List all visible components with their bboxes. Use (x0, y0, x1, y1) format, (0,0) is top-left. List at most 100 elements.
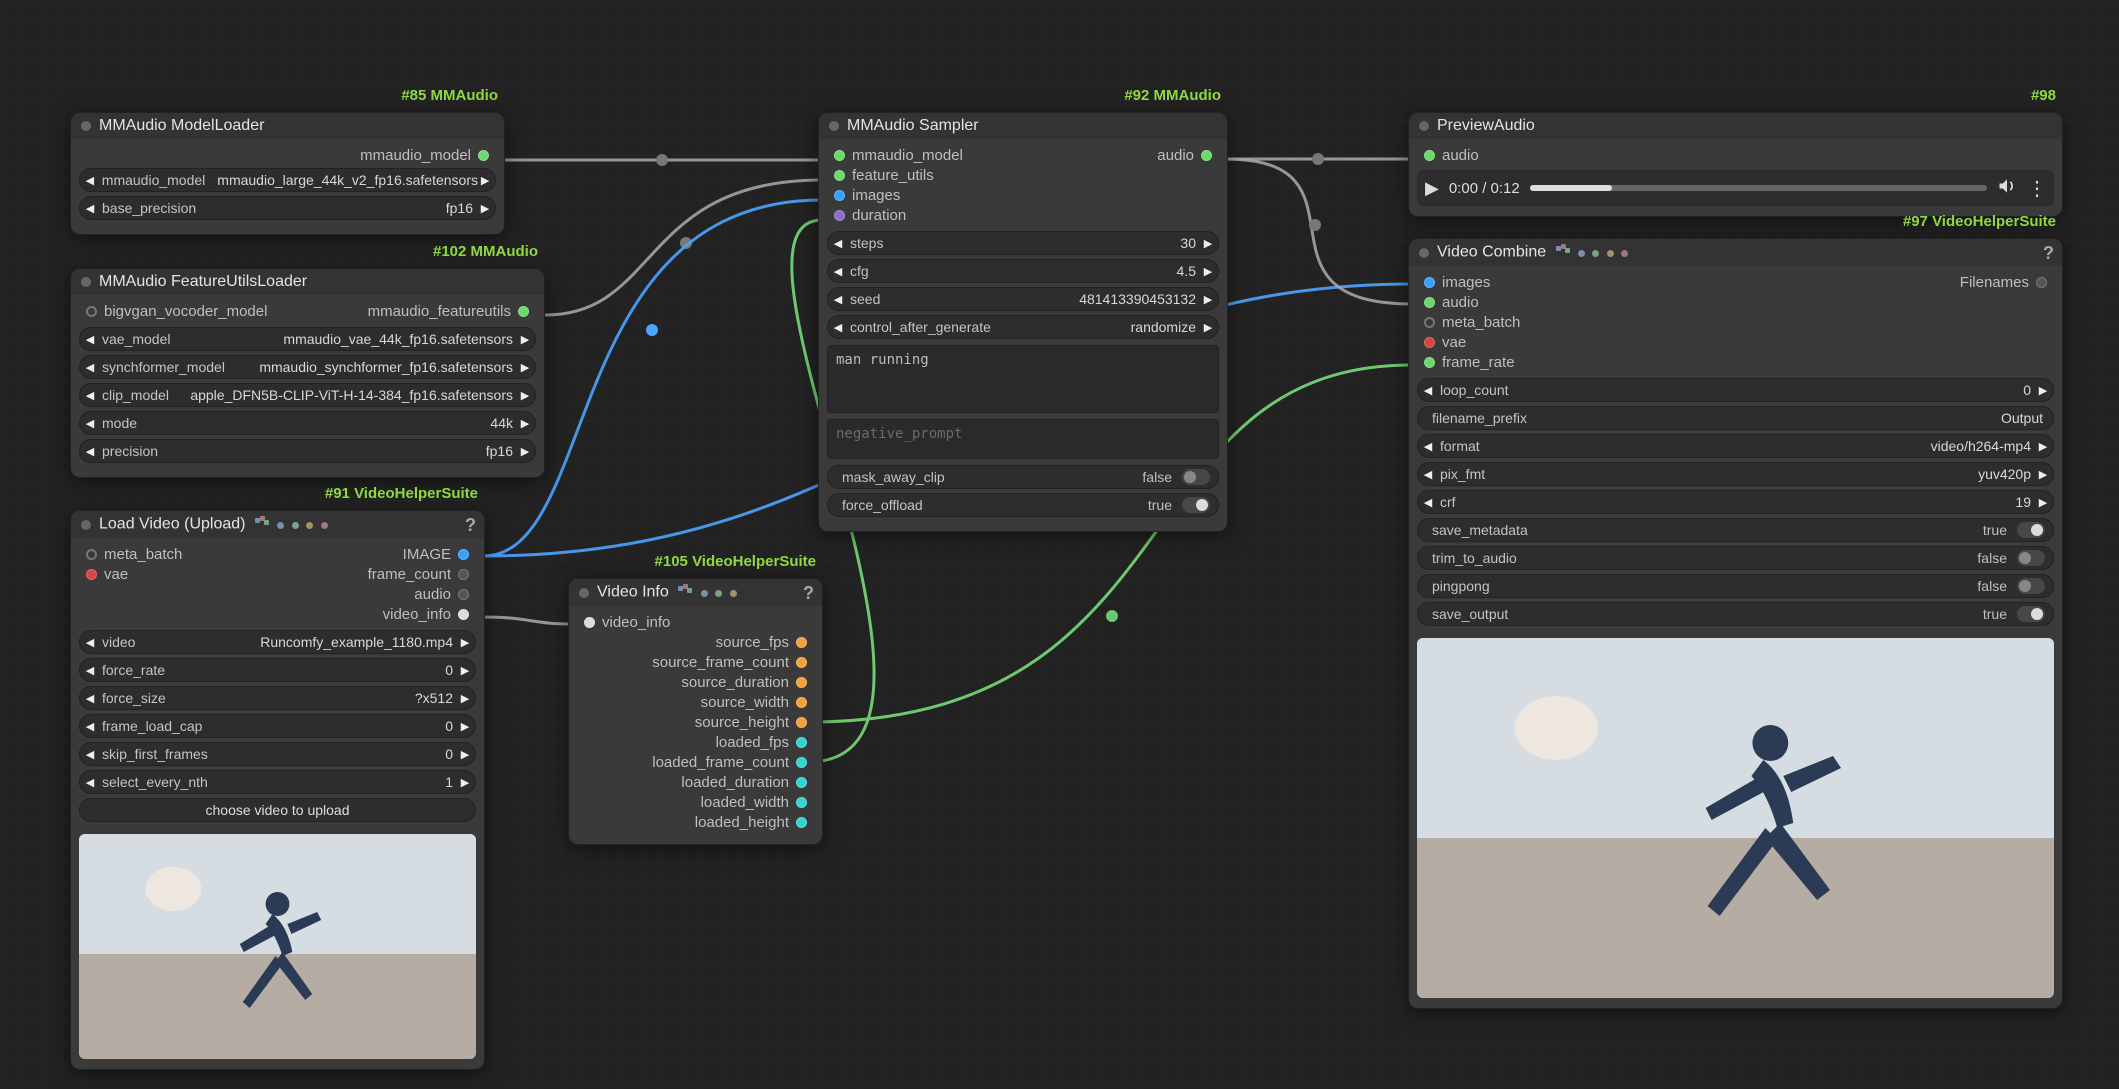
toggle-pingpong[interactable]: pingpong false (1417, 574, 2054, 598)
arrow-right-icon[interactable]: ▶ (479, 174, 491, 187)
node-load-video[interactable]: #91 VideoHelperSuite Load Video (Upload)… (70, 510, 485, 1070)
audio-player[interactable]: ▶ 0:00 / 0:12 ⋮ (1417, 170, 2054, 206)
widget-pix-fmt[interactable]: ◀pix_fmt yuv420p▶ (1417, 462, 2054, 486)
toggle-pill-icon[interactable] (2017, 606, 2045, 622)
help-icon[interactable]: ? (2043, 243, 2054, 264)
toggle-pill-icon[interactable] (1182, 497, 1210, 513)
input-slot-meta-batch[interactable]: meta_batch (79, 546, 182, 563)
node-title-bar[interactable]: Video Combine ? (1409, 239, 2062, 266)
input-slot-feature-utils[interactable]: feature_utils (827, 167, 963, 184)
output-slot-loaded-height[interactable]: loaded_height (577, 814, 814, 831)
collapse-dot-icon[interactable] (829, 121, 839, 131)
output-slot-loaded-frame-count[interactable]: loaded_frame_count (577, 754, 814, 771)
arrow-left-icon[interactable]: ◀ (84, 361, 96, 374)
volume-icon[interactable] (1997, 176, 2017, 200)
output-slot-loaded-width[interactable]: loaded_width (577, 794, 814, 811)
input-slot-meta-batch[interactable]: meta_batch (1417, 314, 1520, 331)
arrow-left-icon[interactable]: ◀ (84, 636, 96, 649)
node-mmaudio-featureutilsloader[interactable]: #102 MMAudio MMAudio FeatureUtilsLoader … (70, 268, 545, 478)
widget-crf[interactable]: ◀crf 19▶ (1417, 490, 2054, 514)
toggle-pill-icon[interactable] (1182, 469, 1210, 485)
output-slot-frame-count[interactable]: frame_count (368, 566, 476, 583)
collapse-dot-icon[interactable] (579, 588, 589, 598)
collapse-dot-icon[interactable] (81, 121, 91, 131)
arrow-right-icon[interactable]: ▶ (519, 389, 531, 402)
arrow-right-icon[interactable]: ▶ (459, 636, 471, 649)
widget-force-rate[interactable]: ◀force_rate 0▶ (79, 658, 476, 682)
output-slot-loaded-duration[interactable]: loaded_duration (577, 774, 814, 791)
input-slot-images[interactable]: images (1417, 274, 1520, 291)
input-slot-vae[interactable]: vae (79, 566, 182, 583)
node-title-bar[interactable]: MMAudio FeatureUtilsLoader (71, 269, 544, 295)
node-title-bar[interactable]: Video Info ? (569, 579, 822, 606)
widget-synchformer-model[interactable]: ◀ synchformer_model mmaudio_synchformer_… (79, 355, 536, 379)
widget-seed[interactable]: ◀seed 481413390453132▶ (827, 287, 1219, 311)
toggle-save-output[interactable]: save_output true (1417, 602, 2054, 626)
toggle-save-metadata[interactable]: save_metadata true (1417, 518, 2054, 542)
collapse-dot-icon[interactable] (1419, 248, 1429, 258)
help-icon[interactable]: ? (465, 515, 476, 536)
output-slot-source-duration[interactable]: source_duration (577, 674, 814, 691)
widget-skip-first-frames[interactable]: ◀skip_first_frames 0▶ (79, 742, 476, 766)
prompt-textarea[interactable]: man running (827, 345, 1219, 413)
input-slot-duration[interactable]: duration (827, 207, 963, 224)
arrow-left-icon[interactable]: ◀ (84, 202, 96, 215)
input-slot-mmaudio-model[interactable]: mmaudio_model (827, 147, 963, 164)
arrow-right-icon[interactable]: ▶ (519, 361, 531, 374)
collapse-dot-icon[interactable] (81, 277, 91, 287)
choose-video-button[interactable]: choose video to upload (79, 798, 476, 822)
negative-prompt-textarea[interactable]: negative_prompt (827, 419, 1219, 459)
output-slot-mmaudio-model[interactable]: mmaudio_model (79, 147, 496, 164)
node-title-bar[interactable]: MMAudio Sampler (819, 113, 1227, 139)
toggle-trim-to-audio[interactable]: trim_to_audio false (1417, 546, 2054, 570)
output-slot-source-width[interactable]: source_width (577, 694, 814, 711)
collapse-dot-icon[interactable] (1419, 121, 1429, 131)
widget-filename-prefix[interactable]: filename_prefix Output (1417, 406, 2054, 430)
node-video-info[interactable]: #105 VideoHelperSuite Video Info ? video… (568, 578, 823, 845)
widget-base-precision[interactable]: ◀ base_precision fp16 ▶ (79, 196, 496, 220)
widget-mmaudio-model[interactable]: ◀ mmaudio_model mmaudio_large_44k_v2_fp1… (79, 168, 496, 192)
toggle-pill-icon[interactable] (2017, 522, 2045, 538)
play-icon[interactable]: ▶ (1425, 178, 1439, 199)
menu-dots-icon[interactable]: ⋮ (2027, 176, 2046, 201)
output-slot-audio[interactable]: audio (368, 586, 476, 603)
node-mmaudio-sampler[interactable]: #92 MMAudio MMAudio Sampler mmaudio_mode… (818, 112, 1228, 532)
toggle-force-offload[interactable]: force_offload true (827, 493, 1219, 517)
widget-vae-model[interactable]: ◀ vae_model mmaudio_vae_44k_fp16.safeten… (79, 327, 536, 351)
output-slot-video-info[interactable]: video_info (368, 606, 476, 623)
output-slot-image[interactable]: IMAGE (368, 546, 476, 563)
node-title-bar[interactable]: PreviewAudio (1409, 113, 2062, 139)
widget-mode[interactable]: ◀ mode 44k ▶ (79, 411, 536, 435)
widget-steps[interactable]: ◀steps 30▶ (827, 231, 1219, 255)
arrow-left-icon[interactable]: ◀ (84, 417, 96, 430)
widget-precision[interactable]: ◀ precision fp16 ▶ (79, 439, 536, 463)
help-icon[interactable]: ? (803, 583, 814, 604)
toggle-pill-icon[interactable] (2017, 550, 2045, 566)
node-preview-audio[interactable]: #98 PreviewAudio audio ▶ 0:00 / 0:12 ⋮ (1408, 112, 2063, 217)
input-slot-vae[interactable]: vae (1417, 334, 1520, 351)
input-slot-images[interactable]: images (827, 187, 963, 204)
widget-format[interactable]: ◀format video/h264-mp4▶ (1417, 434, 2054, 458)
widget-control-after-generate[interactable]: ◀control_after_generate randomize▶ (827, 315, 1219, 339)
input-slot-bigvgan[interactable]: bigvgan_vocoder_model (79, 303, 267, 320)
output-slot-source-fps[interactable]: source_fps (577, 634, 814, 651)
arrow-left-icon[interactable]: ◀ (84, 333, 96, 346)
arrow-right-icon[interactable]: ▶ (519, 333, 531, 346)
widget-loop-count[interactable]: ◀loop_count 0▶ (1417, 378, 2054, 402)
output-slot-loaded-fps[interactable]: loaded_fps (577, 734, 814, 751)
widget-force-size[interactable]: ◀force_size ?x512▶ (79, 686, 476, 710)
node-video-combine[interactable]: #97 VideoHelperSuite Video Combine ? ima… (1408, 238, 2063, 1009)
toggle-pill-icon[interactable] (2017, 578, 2045, 594)
widget-cfg[interactable]: ◀cfg 4.5▶ (827, 259, 1219, 283)
node-title-bar[interactable]: MMAudio ModelLoader (71, 113, 504, 139)
input-slot-video-info[interactable]: video_info (577, 614, 814, 631)
widget-frame-load-cap[interactable]: ◀frame_load_cap 0▶ (79, 714, 476, 738)
node-mmaudio-modelloader[interactable]: #85 MMAudio MMAudio ModelLoader mmaudio_… (70, 112, 505, 235)
audio-seekbar[interactable] (1530, 185, 1987, 191)
node-title-bar[interactable]: Load Video (Upload) ? (71, 511, 484, 538)
arrow-right-icon[interactable]: ▶ (479, 202, 491, 215)
widget-select-every-nth[interactable]: ◀select_every_nth 1▶ (79, 770, 476, 794)
input-slot-frame-rate[interactable]: frame_rate (1417, 354, 1520, 371)
arrow-left-icon[interactable]: ◀ (84, 445, 96, 458)
arrow-left-icon[interactable]: ◀ (84, 389, 96, 402)
